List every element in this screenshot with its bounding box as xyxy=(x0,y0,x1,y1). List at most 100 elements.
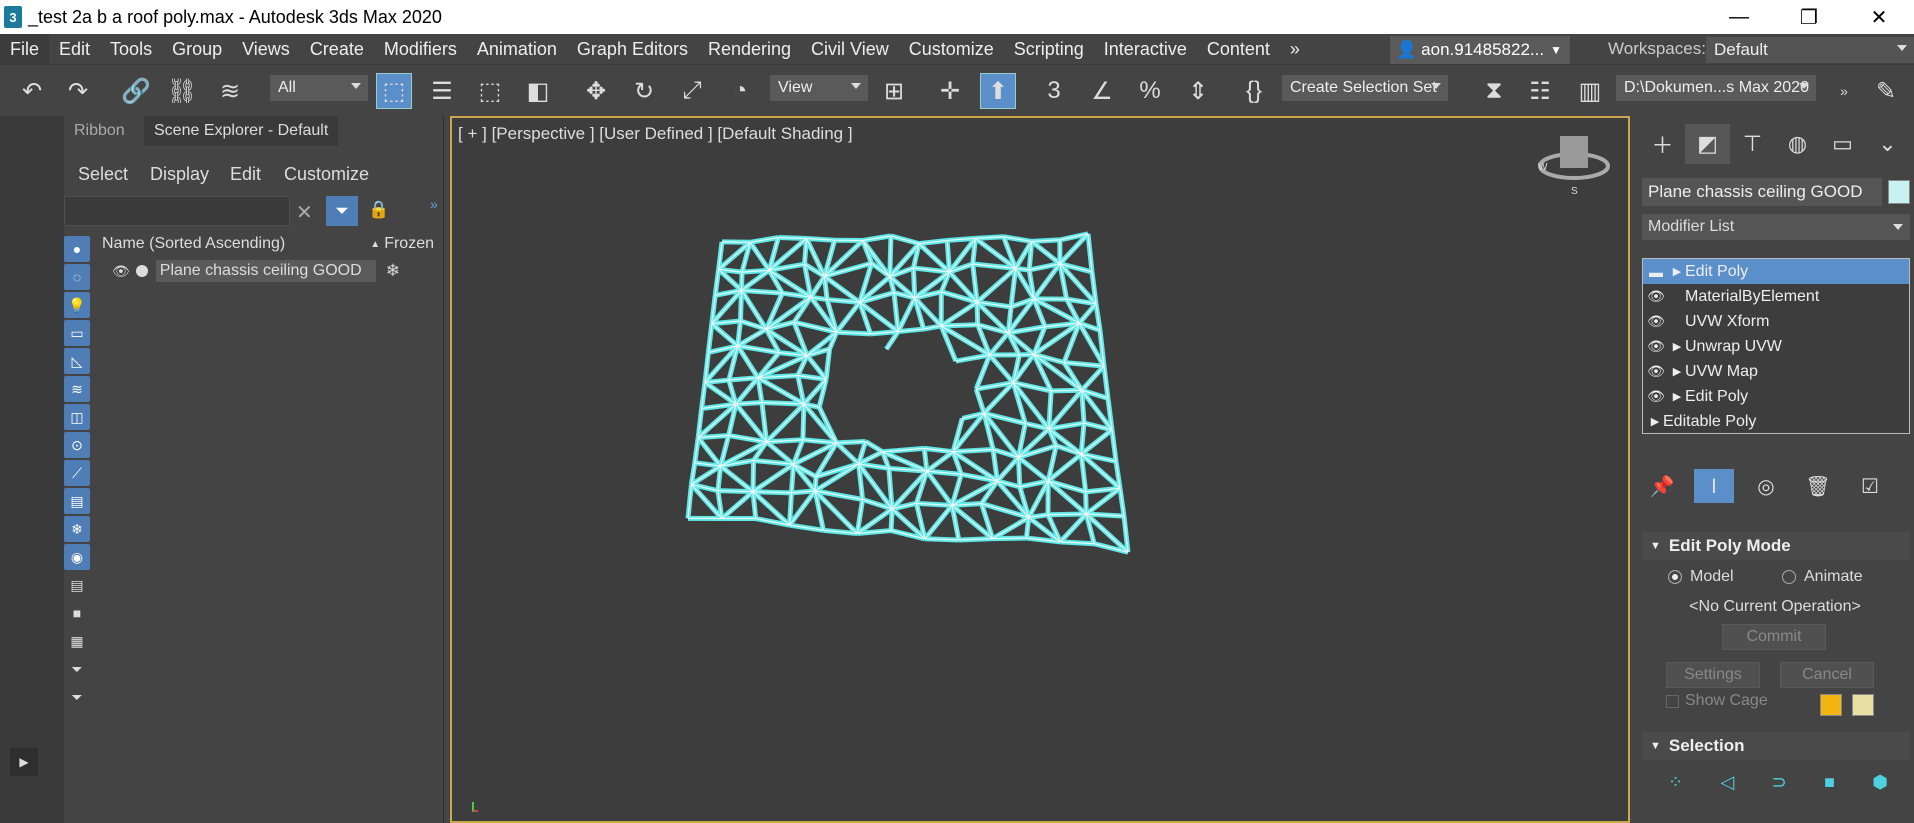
filter-options-icon[interactable]: ⏷ xyxy=(64,656,90,682)
se-menu-display[interactable]: Display xyxy=(150,164,209,185)
element-icon[interactable]: ⬢ xyxy=(1872,772,1888,798)
filter-icon[interactable]: ⏷ xyxy=(326,196,358,226)
bones-filter-icon[interactable]: ⟋ xyxy=(64,460,90,486)
expand-icon[interactable]: ▶ xyxy=(1647,415,1663,428)
percent-snap-icon[interactable]: % xyxy=(1132,73,1168,109)
reference-coordinate-dropdown[interactable]: View xyxy=(770,75,868,101)
menu-interactive[interactable]: Interactive xyxy=(1094,34,1197,64)
menu-overflow[interactable]: » xyxy=(1280,34,1310,64)
stack-item-uvw-xform[interactable]: 👁 UVW Xform xyxy=(1643,309,1909,334)
polygon-icon[interactable]: ■ xyxy=(1824,772,1835,798)
frozen-filter-icon[interactable]: ❄ xyxy=(64,516,90,542)
toolbar-overflow-icon[interactable]: » xyxy=(1826,73,1862,109)
pivot-center-icon[interactable]: ⊞ xyxy=(876,73,912,109)
invert-display-icon[interactable]: ▦ xyxy=(64,628,90,654)
wireframe-mesh[interactable] xyxy=(685,231,1131,555)
expand-icon[interactable]: ▶ xyxy=(1669,340,1685,353)
align-icon[interactable]: ☷ xyxy=(1522,73,1558,109)
display-tab-icon[interactable]: ▭ xyxy=(1820,124,1865,164)
pin-stack-icon[interactable]: 📌 xyxy=(1642,469,1682,503)
stack-item-editable-poly[interactable]: ▶ Editable Poly xyxy=(1643,409,1909,434)
menu-content[interactable]: Content xyxy=(1197,34,1280,64)
modify-tab-icon[interactable]: ◩ xyxy=(1685,124,1730,164)
commit-button[interactable]: Commit xyxy=(1722,624,1826,650)
se-menu-select[interactable]: Select xyxy=(78,164,128,185)
render-dot-icon[interactable] xyxy=(135,265,148,277)
stack-item-materialbyelement[interactable]: 👁 MaterialByElement xyxy=(1643,284,1909,309)
scene-column-header[interactable]: Name (Sorted Ascending) ▲ Frozen xyxy=(94,232,444,256)
keyboard-shortcut-override-icon[interactable]: ⬆ xyxy=(980,73,1016,109)
menu-animation[interactable]: Animation xyxy=(467,34,567,64)
tab-ribbon[interactable]: Ribbon xyxy=(64,116,135,146)
expand-panel-icon[interactable]: » xyxy=(430,196,438,212)
lightbulb-icon[interactable]: ▬ xyxy=(1643,264,1669,280)
expand-icon[interactable]: ▶ xyxy=(1669,390,1685,403)
make-unique-icon[interactable]: ◎ xyxy=(1746,469,1786,503)
spinner-snap-icon[interactable]: ⇕ xyxy=(1180,73,1216,109)
tab-scene-explorer[interactable]: Scene Explorer - Default xyxy=(144,116,339,146)
vertex-icon[interactable]: ⁘ xyxy=(1668,772,1683,798)
selection-filter-dropdown[interactable]: All xyxy=(270,75,368,101)
scene-search-input[interactable] xyxy=(64,196,290,226)
menu-modifiers[interactable]: Modifiers xyxy=(374,34,467,64)
mirror-icon[interactable]: ⧗ xyxy=(1476,73,1512,109)
stack-item-unwrap-uvw[interactable]: 👁 ▶ Unwrap UVW xyxy=(1643,334,1909,359)
hierarchy-tab-icon[interactable]: ⊤ xyxy=(1730,124,1775,164)
utilities-tab-icon[interactable]: ⌄ xyxy=(1865,124,1910,164)
menu-graph-editors[interactable]: Graph Editors xyxy=(567,34,698,64)
display-all-icon[interactable]: ▤ xyxy=(64,572,90,598)
workspaces-dropdown[interactable]: Default xyxy=(1706,37,1914,63)
expand-tray-icon[interactable]: ▶ xyxy=(10,748,38,776)
edit-named-selection-icon[interactable]: {} xyxy=(1236,73,1272,109)
select-manipulate-icon[interactable]: ✛ xyxy=(932,73,968,109)
containers-filter-icon[interactable]: ▤ xyxy=(64,488,90,514)
eye-icon[interactable]: 👁 xyxy=(1643,313,1669,330)
cage-color-swatch-2[interactable] xyxy=(1852,694,1874,716)
shapes-filter-icon[interactable]: ◌ xyxy=(64,264,90,290)
angle-snap-icon[interactable]: ∠ xyxy=(1084,73,1120,109)
cancel-button[interactable]: Cancel xyxy=(1780,662,1874,688)
configure-modifier-sets-icon[interactable]: ☑ xyxy=(1850,469,1890,503)
unlink-icon[interactable]: ⛓ xyxy=(164,73,200,109)
select-by-name-icon[interactable]: ☰ xyxy=(424,73,460,109)
redo-icon[interactable]: ↷ xyxy=(60,73,96,109)
snaps-toggle-icon[interactable]: 3 xyxy=(1036,73,1072,109)
helpers-filter-icon[interactable]: ◺ xyxy=(64,348,90,374)
menu-civil-view[interactable]: Civil View xyxy=(801,34,899,64)
project-folder-dropdown[interactable]: D:\Dokumen...s Max 2020 xyxy=(1616,75,1816,101)
eye-icon[interactable]: 👁 xyxy=(1643,363,1669,380)
menu-rendering[interactable]: Rendering xyxy=(698,34,801,64)
selection-rollout[interactable]: ▼ Selection xyxy=(1642,732,1910,760)
expand-icon[interactable]: ▶ xyxy=(1669,265,1685,278)
remove-modifier-icon[interactable]: 🗑 xyxy=(1798,469,1838,503)
settings-button[interactable]: Settings xyxy=(1666,662,1760,688)
menu-tools[interactable]: Tools xyxy=(100,34,162,64)
eye-icon[interactable]: 👁 xyxy=(1643,388,1669,405)
object-name-field[interactable]: Plane chassis ceiling GOOD xyxy=(1642,178,1882,206)
move-icon[interactable]: ✥ xyxy=(578,73,614,109)
se-menu-edit[interactable]: Edit xyxy=(230,164,261,185)
filter-funnel-icon[interactable]: ⏷ xyxy=(64,684,90,710)
brush-icon[interactable]: ✎ xyxy=(1868,73,1904,109)
stack-item-uvw-map[interactable]: 👁 ▶ UVW Map xyxy=(1643,359,1909,384)
minimize-button[interactable]: — xyxy=(1704,0,1774,34)
named-selection-set-dropdown[interactable]: Create Selection Set xyxy=(1282,75,1448,101)
cage-color-swatch-1[interactable] xyxy=(1820,694,1842,716)
select-object-icon[interactable]: ⬚ xyxy=(376,73,412,109)
show-cage-checkbox[interactable]: Show Cage xyxy=(1666,692,1768,710)
restore-button[interactable]: ❐ xyxy=(1774,0,1844,34)
animate-radio[interactable]: Animate xyxy=(1782,568,1863,586)
groups-filter-icon[interactable]: ◫ xyxy=(64,404,90,430)
bind-space-warp-icon[interactable]: ≋ xyxy=(212,73,248,109)
clear-search-icon[interactable]: ✕ xyxy=(296,200,313,225)
edge-icon[interactable]: ◁ xyxy=(1720,772,1734,798)
space-warps-filter-icon[interactable]: ≋ xyxy=(64,376,90,402)
eye-icon[interactable]: 👁 xyxy=(1643,338,1669,355)
create-tab-icon[interactable]: ＋ xyxy=(1640,124,1685,164)
scale-icon[interactable]: ⤢ xyxy=(674,73,710,109)
border-icon[interactable]: ⊃ xyxy=(1772,772,1787,798)
menu-create[interactable]: Create xyxy=(300,34,374,64)
scene-row[interactable]: 👁 Plane chassis ceiling GOOD ❄ xyxy=(94,258,444,284)
menu-group[interactable]: Group xyxy=(162,34,232,64)
expand-icon[interactable]: ▶ xyxy=(1669,365,1685,378)
